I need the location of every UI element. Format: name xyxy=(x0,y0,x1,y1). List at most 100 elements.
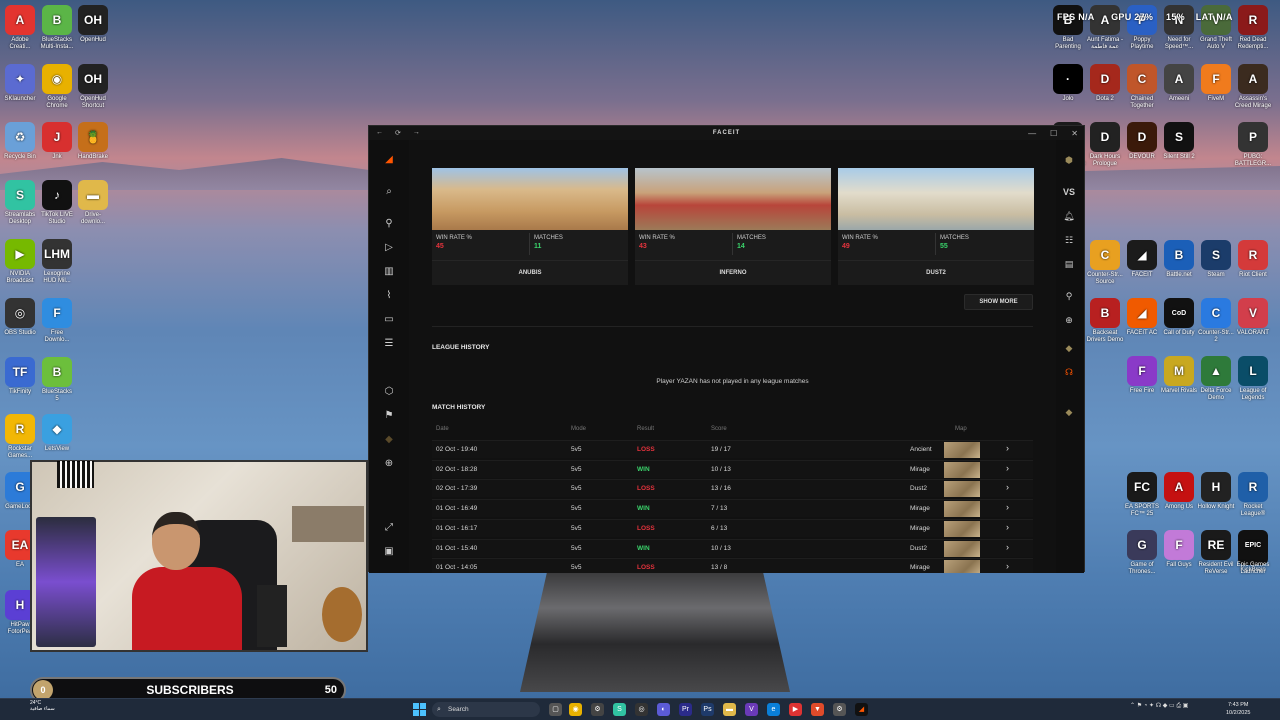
desktop-icon-right[interactable]: A Among Us xyxy=(1160,472,1198,511)
desktop-icon-right[interactable]: S Steam xyxy=(1197,240,1235,279)
desktop-icon-left[interactable]: B BlueStacks 5 xyxy=(40,357,74,403)
settings-icon[interactable]: ⚙ xyxy=(591,703,604,716)
stats-icon[interactable]: ⌇ xyxy=(383,290,395,302)
desktop-icon-right[interactable]: H Hollow Knight xyxy=(1197,472,1235,511)
shop-icon[interactable]: ▣ xyxy=(383,546,395,558)
chevron-right-icon[interactable]: › xyxy=(1006,443,1009,453)
desktop-icon-right[interactable]: A Ameeni xyxy=(1160,64,1198,103)
task-view-icon[interactable]: ▢ xyxy=(549,703,562,716)
add-icon[interactable]: ⊕ xyxy=(383,458,395,470)
desktop-icon-left[interactable]: ◎ OBS Studio xyxy=(3,298,37,337)
youtube-icon[interactable]: ▶ xyxy=(789,703,802,716)
obs-icon[interactable]: ◎ xyxy=(635,703,648,716)
edge-icon[interactable]: e xyxy=(767,703,780,716)
desktop-icon-right[interactable]: C Counter-Str... 2 xyxy=(1197,298,1235,344)
desktop-icon-right[interactable]: C Chained Together xyxy=(1123,64,1161,110)
brave-icon[interactable]: ▼ xyxy=(811,703,824,716)
forward-icon[interactable]: → xyxy=(413,129,420,137)
shield-icon[interactable]: ⬡ xyxy=(383,386,395,398)
video-icon[interactable]: ▭ xyxy=(383,314,395,326)
desktop-icon-left[interactable]: R Rockstar Games... xyxy=(3,414,37,460)
headset-icon[interactable]: ☊ xyxy=(1062,366,1076,378)
app-settings-icon[interactable]: ⚙ xyxy=(833,703,846,716)
discord-icon[interactable]: ◐ xyxy=(657,703,670,716)
match-row[interactable]: 01 Oct - 16:49 5v5 WIN 7 / 13 Mirage › xyxy=(432,499,1033,518)
desktop-icon-right[interactable]: ◢ FACEIT AC xyxy=(1123,298,1161,337)
desktop-icon-right[interactable]: V VALORANT xyxy=(1234,298,1272,337)
match-row[interactable]: 01 Oct - 16:17 5v5 LOSS 6 / 13 Mirage › xyxy=(432,518,1033,537)
desktop-icon-right[interactable]: B Battle.net xyxy=(1160,240,1198,279)
chat-icon[interactable]: ▤ xyxy=(1062,258,1076,270)
find-match-icon[interactable]: ⚲ xyxy=(383,218,395,230)
desktop-icon-right[interactable]: D Dota 2 xyxy=(1086,64,1124,103)
desktop-icon-right[interactable]: RE Resident Evil ReVerse xyxy=(1197,530,1235,576)
photoshop-icon[interactable]: Ps xyxy=(701,703,714,716)
desktop-icon-right[interactable]: C Counter-Str... Source xyxy=(1086,240,1124,286)
team-badge-2-icon[interactable]: ◆ xyxy=(1062,406,1076,418)
desktop-icon-right[interactable]: B Backseat Drivers Demo xyxy=(1086,298,1124,344)
match-row[interactable]: 02 Oct - 19:40 5v5 LOSS 19 / 17 Ancient › xyxy=(432,440,1033,458)
chevron-right-icon[interactable]: › xyxy=(1006,542,1009,552)
friends-icon[interactable]: ⚲ xyxy=(1062,290,1076,302)
rank-icon[interactable]: ◆ xyxy=(383,434,395,446)
desktop-icon-left[interactable]: LHM Lexogrine HUD Mil... xyxy=(40,239,74,285)
match-row[interactable]: 02 Oct - 18:28 5v5 WIN 10 / 13 Mirage › xyxy=(432,459,1033,478)
desktop-icon-left[interactable]: B BlueStacks Multi-Insta... xyxy=(40,5,74,51)
level-badge-icon[interactable]: ⬢ xyxy=(1062,154,1076,166)
chevron-right-icon[interactable]: › xyxy=(1006,522,1009,532)
taskbar-clock[interactable]: 7:43 PM 10/2/2025 xyxy=(1226,701,1250,717)
desktop-icon-left[interactable]: ◉ Google Chrome xyxy=(40,64,74,110)
weather-widget[interactable]: 24°C سماء صافية xyxy=(30,700,55,712)
desktop-icon-left[interactable]: S Streamlabs Desktop xyxy=(3,180,37,226)
file-explorer-icon[interactable]: ▬ xyxy=(723,703,736,716)
expand-icon[interactable]: ⤢ xyxy=(383,522,395,534)
tray-icons[interactable]: ⌃ ⚑ ◔ ✦ ☊ ◆ ▭ ⎙ ▣ xyxy=(1130,702,1188,710)
desktop-icon-left[interactable]: ♻ Recycle Bin xyxy=(3,122,37,161)
desktop-icon-right[interactable]: D DEVOUR xyxy=(1123,122,1161,161)
chevron-right-icon[interactable]: › xyxy=(1006,502,1009,512)
chevron-right-icon[interactable]: › xyxy=(1006,561,1009,571)
desktop-icon-left[interactable]: ▶ NVIDIA Broadcast xyxy=(3,239,37,285)
desktop-icon-right[interactable]: G Game of Thrones... xyxy=(1123,530,1161,576)
add-friend-icon[interactable]: ⊕ xyxy=(1062,314,1076,326)
desktop-icon-right[interactable]: D Dark Hours Prologue xyxy=(1086,122,1124,168)
reload-icon[interactable]: ⟳ xyxy=(395,129,401,137)
desktop-icon-right[interactable]: · Jolo xyxy=(1049,64,1087,103)
minimize-button[interactable]: — xyxy=(1028,129,1036,138)
close-button[interactable]: ✕ xyxy=(1071,129,1078,138)
desktop-icon-right[interactable]: ▲ Delta Force Demo xyxy=(1197,356,1235,402)
desktop-icon-left[interactable]: ✦ SKlauncher xyxy=(3,64,37,103)
map-card-inferno[interactable]: WIN RATE % 43 MATCHES 14 INFERNO xyxy=(635,168,831,285)
desktop-icon-right[interactable]: ◢ FACEIT xyxy=(1123,240,1161,279)
match-row[interactable]: 02 Oct - 17:39 5v5 LOSS 13 / 16 Dust2 › xyxy=(432,479,1033,498)
search-icon[interactable]: ⌕ xyxy=(383,186,395,198)
desktop-icon-right[interactable]: S Silent Still 2 xyxy=(1160,122,1198,161)
taskbar-search[interactable]: ⌕ Search xyxy=(432,702,540,717)
desktop-icon-right[interactable]: L League of Legends xyxy=(1234,356,1272,402)
chevron-right-icon[interactable]: › xyxy=(1006,482,1009,492)
desktop-icon-left[interactable]: OH OpenHud xyxy=(76,5,110,44)
desktop-icon-left[interactable]: J Jnk xyxy=(40,122,74,161)
desktop-icon-right[interactable]: R Riot Client xyxy=(1234,240,1272,279)
premiere-icon[interactable]: Pr xyxy=(679,703,692,716)
desktop-icon-right[interactable]: F Fall Guys xyxy=(1160,530,1198,569)
desktop-icon-right[interactable]: M Marvel Rivals xyxy=(1160,356,1198,395)
maximize-button[interactable]: ☐ xyxy=(1050,129,1057,138)
desktop-icon-right[interactable]: P PUBG: BATTLEGR... xyxy=(1234,122,1272,168)
match-row[interactable]: 01 Oct - 15:40 5v5 WIN 10 / 13 Dust2 › xyxy=(432,538,1033,557)
chevron-right-icon[interactable]: › xyxy=(1006,463,1009,473)
desktop-icon-left[interactable]: ▬ Drive-downlo... xyxy=(76,180,110,226)
desktop-icon-right[interactable]: A Assassin's Creed Mirage xyxy=(1234,64,1272,110)
desktop-icon-right[interactable]: F FiveM xyxy=(1197,64,1235,103)
desktop-icon-right[interactable]: FC EA SPORTS FC™ 25 xyxy=(1123,472,1161,518)
desktop-icon-right[interactable]: CoD Call of Duty xyxy=(1160,298,1198,337)
desktop-icon-left[interactable]: ◆ LetsView xyxy=(40,414,74,453)
chrome-icon[interactable]: ◉ xyxy=(569,703,582,716)
versus-icon[interactable]: VS xyxy=(1062,186,1076,198)
team-badge-icon[interactable]: ◆ xyxy=(1062,342,1076,354)
streamlabs-icon[interactable]: S xyxy=(613,703,626,716)
desktop-icon-right[interactable]: R Rocket League® xyxy=(1234,472,1272,518)
desktop-icon-left[interactable]: TF TikFinity xyxy=(3,357,37,396)
desktop-icon-left[interactable]: OH OpenHud Shortcut xyxy=(76,64,110,110)
party-icon[interactable]: ☷ xyxy=(1062,234,1076,246)
